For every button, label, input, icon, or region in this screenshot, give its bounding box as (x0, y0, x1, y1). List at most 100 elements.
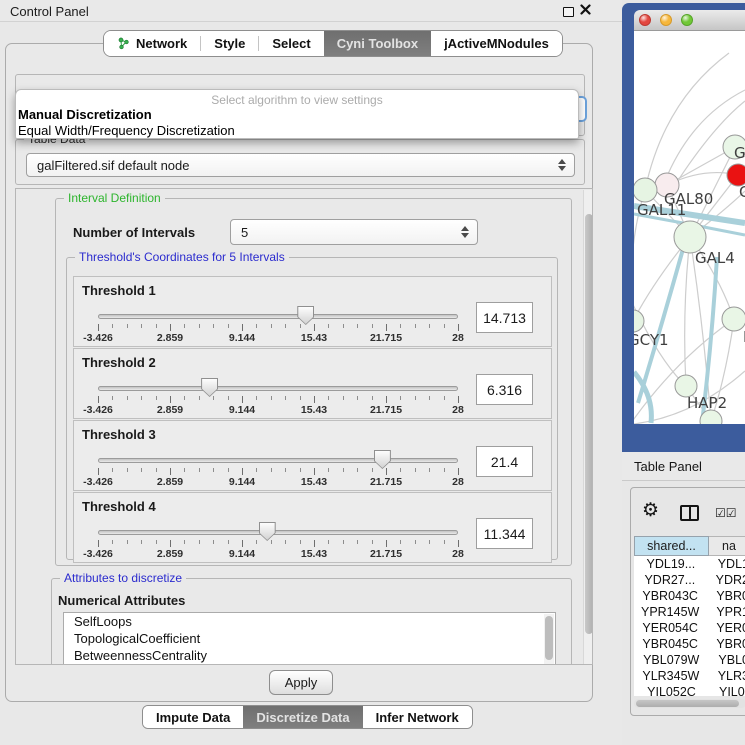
table-row[interactable]: YLR345WYLR3 (634, 668, 745, 684)
select-columns-checkboxes-icon[interactable]: ☑☑ (715, 506, 737, 520)
column-header-name[interactable]: na (709, 536, 745, 556)
scale-label: 9.144 (229, 476, 255, 488)
tick-mark (228, 540, 229, 544)
table-row[interactable]: YIL052CYIL0 (634, 684, 745, 696)
table-row[interactable]: YBR043CYBR0 (634, 588, 745, 604)
threshold-slider-track[interactable] (98, 386, 458, 391)
scale-label: -3.426 (83, 332, 113, 344)
cell-shared-name[interactable]: YPR145W (634, 604, 706, 620)
tab-select[interactable]: Select (259, 31, 323, 56)
attribute-list-item[interactable]: TopologicalCoefficient (64, 630, 555, 647)
network-edge[interactable] (638, 249, 683, 403)
table-panel: ⚙ ☑☑ shared... na YDL19...YDL1YDR27...YD… (630, 487, 745, 716)
threshold-slider-thumb[interactable] (374, 450, 391, 469)
table-data-combobox[interactable]: galFiltered.sif default node (26, 153, 575, 177)
tick-mark (328, 396, 329, 400)
cell-shared-name[interactable]: YBR045C (634, 636, 706, 652)
network-node[interactable] (634, 178, 657, 202)
network-edge[interactable] (685, 237, 690, 386)
cell-name[interactable]: YLR3 (708, 668, 745, 684)
network-edge[interactable] (645, 53, 729, 190)
tab-cyni-toolbox[interactable]: Cyni Toolbox (324, 31, 431, 56)
float-window-icon[interactable] (563, 7, 574, 17)
tick-mark (415, 468, 416, 472)
numerical-attributes-list[interactable]: SelfLoopsTopologicalCoefficientBetweenne… (63, 612, 556, 665)
tick-mark (141, 540, 142, 544)
tab-discretize-data[interactable]: Discretize Data (243, 706, 362, 728)
cell-shared-name[interactable]: YLR345W (634, 668, 708, 684)
cell-shared-name[interactable]: YER054C (634, 620, 706, 636)
control-panel-tab-bar: Network Style Select Cyni Toolbox jActiv… (103, 30, 563, 57)
scale-label: 9.144 (229, 332, 255, 344)
tick-mark (444, 324, 445, 328)
close-traffic-light[interactable] (639, 14, 651, 26)
tick-mark (444, 540, 445, 544)
dropdown-option-manual-discretization[interactable]: Manual Discretization (16, 107, 578, 123)
threshold-slider-track[interactable] (98, 458, 458, 463)
threshold-slider-track[interactable] (98, 530, 458, 535)
split-columns-icon[interactable] (680, 505, 699, 521)
table-row[interactable]: YBR045CYBR0 (634, 636, 745, 652)
attribute-list-item[interactable]: BetweennessCentrality (64, 647, 555, 664)
threshold-slider-thumb[interactable] (201, 378, 218, 397)
table-row[interactable]: YBL079WYBL0 (634, 652, 745, 668)
zoom-traffic-light[interactable] (681, 14, 693, 26)
cell-shared-name[interactable]: YBR043C (634, 588, 706, 604)
table-row[interactable]: YDL19...YDL1 (634, 556, 745, 572)
apply-button[interactable]: Apply (269, 670, 333, 695)
tab-style[interactable]: Style (201, 31, 258, 56)
tick-mark (314, 540, 315, 547)
column-header-shared-name[interactable]: shared... (634, 536, 709, 556)
threshold-name: Threshold 3 (82, 427, 156, 442)
tab-impute-data[interactable]: Impute Data (143, 706, 243, 728)
threshold-value-field[interactable]: 14.713 (476, 302, 533, 333)
cell-name[interactable]: YBL0 (708, 652, 745, 668)
tick-mark (213, 540, 214, 544)
cell-shared-name[interactable]: YIL052C (634, 684, 709, 696)
cell-shared-name[interactable]: YDL19... (634, 556, 708, 572)
table-rows: YDL19...YDL1YDR27...YDR2YBR043CYBR0YPR14… (634, 556, 745, 696)
tab-network[interactable]: Network (104, 31, 200, 56)
threshold-slider-thumb[interactable] (259, 522, 276, 541)
network-canvas[interactable]: GAL80GACGAL11GAL4GCY1HHAP2 (634, 31, 745, 424)
cell-name[interactable]: YPR1 (706, 604, 745, 620)
tick-mark (300, 540, 301, 544)
threshold-value-field[interactable]: 11.344 (476, 518, 533, 549)
tab-infer-network[interactable]: Infer Network (363, 706, 472, 728)
cell-name[interactable]: YBR0 (706, 588, 745, 604)
threshold-value-field[interactable]: 6.316 (476, 374, 533, 405)
list-scrollbar[interactable] (544, 614, 554, 665)
threshold-slider-thumb[interactable] (297, 306, 314, 325)
minimize-traffic-light[interactable] (660, 14, 672, 26)
cell-name[interactable]: YER0 (706, 620, 745, 636)
table-row[interactable]: YER054CYER0 (634, 620, 745, 636)
table-row[interactable]: YPR145WYPR1 (634, 604, 745, 620)
table-scrollbar-thumb[interactable] (636, 700, 739, 707)
tick-mark (300, 324, 301, 328)
table-row[interactable]: YDR27...YDR2 (634, 572, 745, 588)
panel-scrollbar-thumb[interactable] (585, 214, 593, 634)
threshold-slider-track[interactable] (98, 314, 458, 319)
network-icon (117, 37, 130, 50)
cell-name[interactable]: YDL1 (708, 556, 745, 572)
tab-jactivemnodules[interactable]: jActiveMNodules (431, 31, 562, 56)
dropdown-option-equal-width-frequency[interactable]: Equal Width/Frequency Discretization (16, 123, 578, 139)
cell-name[interactable]: YBR0 (706, 636, 745, 652)
close-icon[interactable] (580, 4, 591, 15)
network-node[interactable] (722, 307, 745, 331)
cell-shared-name[interactable]: YBL079W (634, 652, 708, 668)
list-scrollbar-thumb[interactable] (545, 616, 553, 660)
gear-icon[interactable]: ⚙ (642, 501, 659, 520)
cell-name[interactable]: YIL0 (709, 684, 745, 696)
tab-discretize-data-label: Discretize Data (256, 710, 349, 725)
network-node[interactable] (634, 310, 644, 332)
tick-mark (285, 468, 286, 472)
cell-shared-name[interactable]: YDR27... (634, 572, 706, 588)
threshold-value-field[interactable]: 21.4 (476, 446, 533, 477)
tick-mark (400, 468, 401, 472)
attribute-list-item[interactable]: SelfLoops (64, 613, 555, 630)
cell-name[interactable]: YDR2 (706, 572, 745, 588)
panel-scrollbar[interactable] (583, 190, 593, 664)
table-horizontal-scrollbar[interactable] (634, 699, 745, 708)
number-of-intervals-combobox[interactable]: 5 (230, 219, 478, 245)
